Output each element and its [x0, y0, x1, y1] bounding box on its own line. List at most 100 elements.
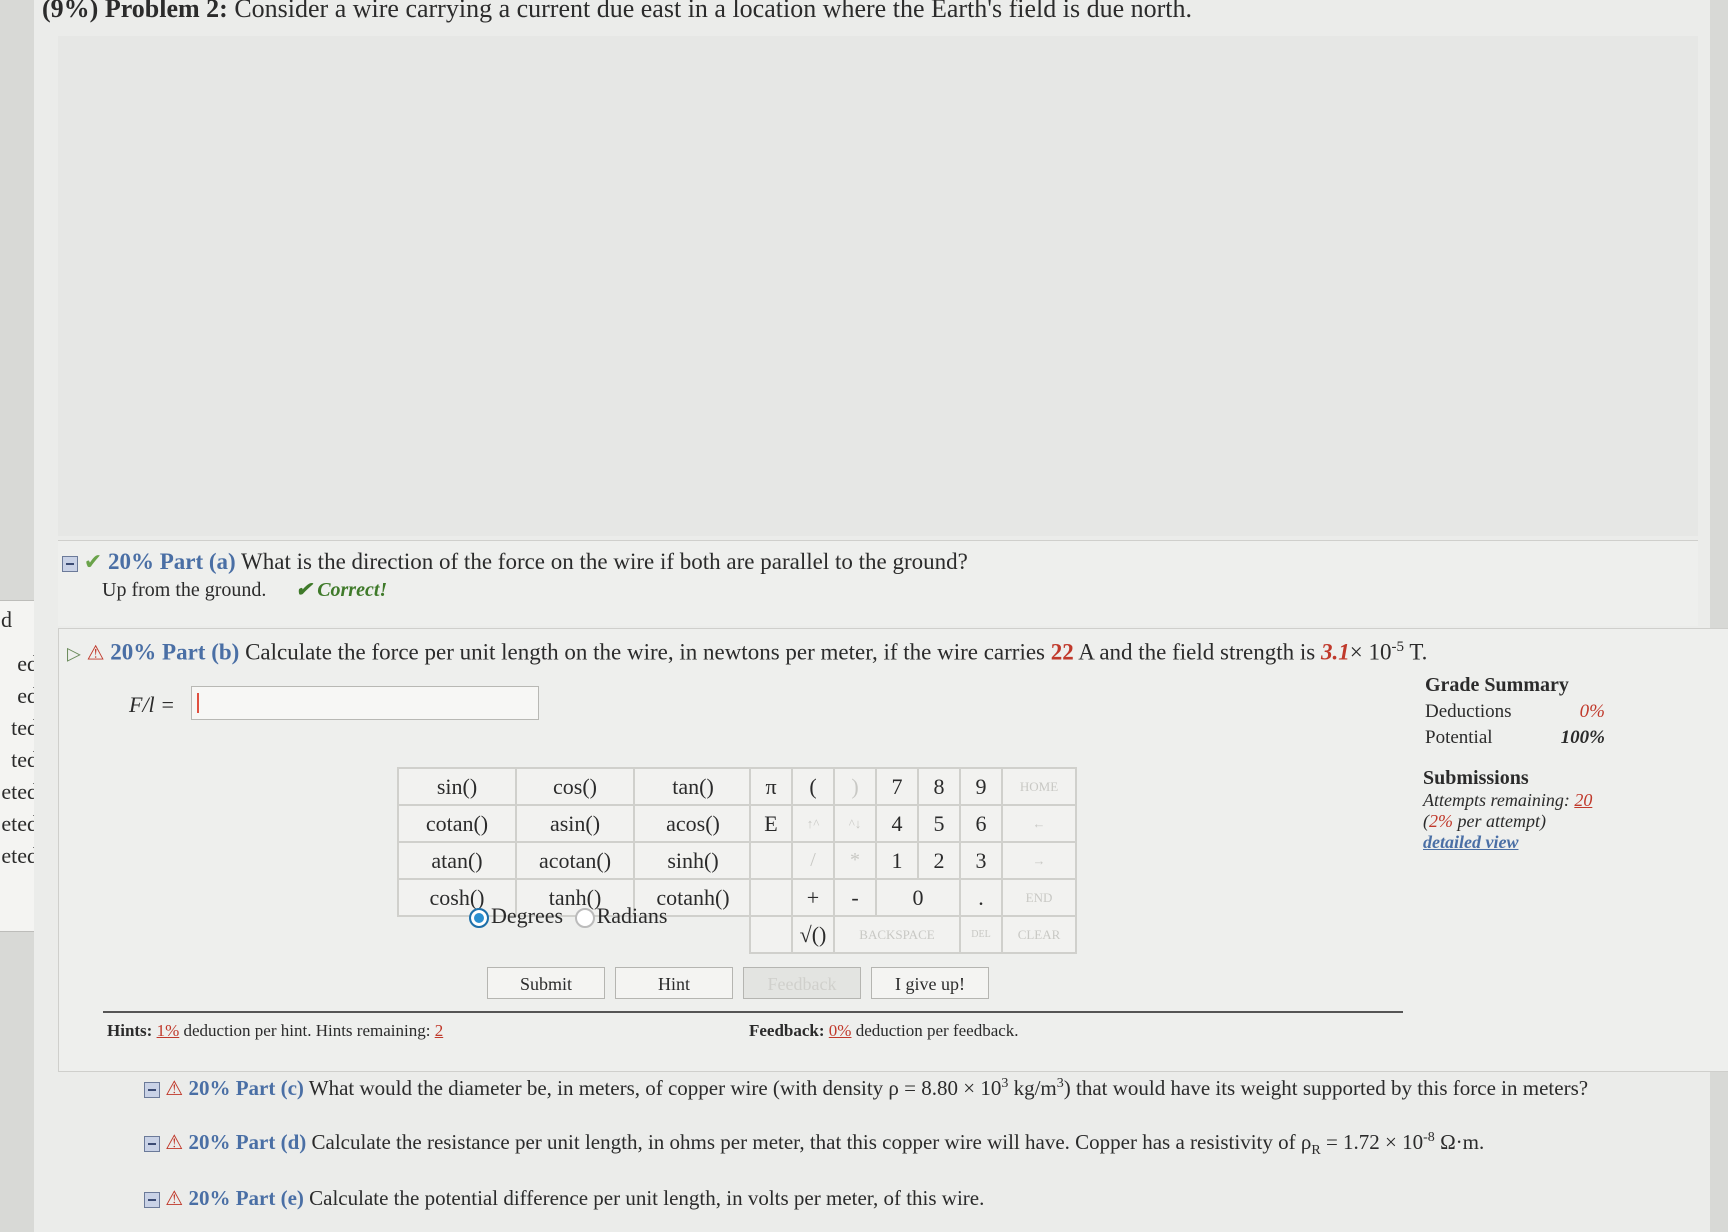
acotan-button[interactable]: acotan(): [515, 841, 635, 880]
open-paren-key[interactable]: (: [791, 767, 835, 806]
grade-summary-title: Grade Summary: [1425, 674, 1569, 696]
per-attempt-pct: 2%: [1429, 811, 1453, 831]
e-key[interactable]: E: [749, 804, 793, 843]
potential-label: Potential: [1425, 727, 1493, 748]
degrees-radio[interactable]: [469, 907, 489, 928]
attempts-label: Attempts remaining:: [1423, 790, 1570, 810]
hint-button[interactable]: Hint: [615, 967, 733, 999]
submit-button[interactable]: Submit: [487, 967, 605, 999]
feedback-deduction: 0%: [828, 1021, 852, 1040]
density-unit: kg/m: [1013, 1076, 1057, 1100]
feedback-info: Feedback: 0% deduction per feedback.: [749, 1021, 1019, 1041]
pi-key[interactable]: π: [749, 767, 793, 806]
sin-button[interactable]: sin(): [397, 767, 517, 806]
power-up-key[interactable]: ↑^: [791, 804, 835, 843]
warning-icon: ⚠: [165, 1078, 184, 1100]
radians-radio[interactable]: [574, 907, 595, 928]
home-key[interactable]: HOME: [1001, 767, 1077, 806]
correct-status: ✔ Correct!: [295, 579, 388, 601]
key-3[interactable]: 3: [959, 841, 1003, 880]
part-b: ▷ ⚠ 20% Part (b) Calculate the force per…: [58, 628, 1728, 1072]
feedback-button[interactable]: Feedback: [743, 967, 861, 999]
part-d-question: Calculate the resistance per unit length…: [311, 1130, 1312, 1154]
part-a-header: ✔ 20% Part (a) What is the direction of …: [62, 549, 968, 575]
key-4[interactable]: 4: [875, 804, 919, 843]
multiply-key[interactable]: *: [833, 841, 877, 880]
resistivity-exponent: -8: [1423, 1130, 1435, 1145]
decimal-key[interactable]: .: [959, 878, 1003, 917]
submissions: Submissions Attempts remaining: 20 (2% p…: [1423, 767, 1608, 853]
atan-button[interactable]: atan(): [397, 841, 517, 880]
expand-arrow-icon[interactable]: ▷: [67, 644, 81, 664]
key-7[interactable]: 7: [875, 767, 919, 806]
hints-label: Hints:: [107, 1021, 153, 1040]
function-keypad: sin() cos() tan() cotan() asin() acos() …: [397, 767, 753, 917]
part-d-percent: 20%: [188, 1130, 231, 1154]
acos-button[interactable]: acos(): [633, 804, 753, 843]
sidebar-fragment[interactable]: eted: [1, 779, 38, 805]
correct-status-text: Correct!: [317, 579, 388, 601]
power-down-key[interactable]: ^↓: [833, 804, 877, 843]
sinh-button[interactable]: sinh(): [633, 841, 753, 880]
clear-key[interactable]: CLEAR: [1001, 915, 1077, 954]
part-e-label: Part (e): [235, 1186, 304, 1210]
close-paren-key[interactable]: ): [833, 767, 877, 806]
answer-input[interactable]: [191, 686, 539, 720]
potential-value: 100%: [1560, 727, 1605, 748]
collapse-icon[interactable]: [144, 1192, 160, 1209]
part-a-question: What is the direction of the force on th…: [241, 549, 968, 574]
sidebar-fragment[interactable]: d: [1, 607, 12, 633]
part-a-answer: Up from the ground.: [102, 579, 267, 601]
part-b-question: Calculate the force per unit length on t…: [245, 639, 1045, 665]
give-up-button[interactable]: I give up!: [871, 967, 989, 999]
plus-key[interactable]: +: [791, 878, 835, 917]
key-0[interactable]: 0: [875, 878, 961, 917]
asin-button[interactable]: asin(): [515, 804, 635, 843]
collapse-icon[interactable]: [144, 1136, 160, 1153]
part-e-question: Calculate the potential difference per u…: [309, 1186, 985, 1210]
key-1[interactable]: 1: [875, 841, 919, 880]
detailed-view-link[interactable]: detailed view: [1423, 832, 1518, 852]
key-6[interactable]: 6: [959, 804, 1003, 843]
feedback-text: deduction per feedback.: [855, 1021, 1019, 1040]
left-arrow-key[interactable]: ←: [1001, 804, 1077, 843]
delete-key[interactable]: DEL: [959, 915, 1003, 954]
collapse-icon[interactable]: [62, 555, 78, 572]
end-key[interactable]: END: [1001, 878, 1077, 917]
part-a-answer-line: Up from the ground. ✔ Correct!: [102, 577, 387, 602]
blank-key: [749, 915, 793, 954]
cos-button[interactable]: cos(): [515, 767, 635, 806]
cotan-button[interactable]: cotan(): [397, 804, 517, 843]
tan-button[interactable]: tan(): [633, 767, 753, 806]
key-8[interactable]: 8: [917, 767, 961, 806]
part-c-question-end: ) that would have its weight supported b…: [1063, 1076, 1589, 1100]
part-e-percent: 20%: [188, 1186, 231, 1210]
field-multiplier: × 10: [1349, 639, 1392, 665]
sidebar-fragment[interactable]: eted: [1, 843, 38, 869]
density-exponent: 3: [1001, 1076, 1009, 1091]
problem-title: (9%) Problem 2: Consider a wire carrying…: [42, 0, 1192, 24]
degrees-label: Degrees: [491, 903, 564, 928]
deductions-value: 0%: [1579, 701, 1605, 722]
answer-label: F/l =: [129, 692, 176, 717]
problem-figure-area: [58, 36, 1698, 536]
key-2[interactable]: 2: [917, 841, 961, 880]
warning-icon: ⚠: [165, 1188, 184, 1210]
key-5[interactable]: 5: [917, 804, 961, 843]
attempts-value: 20: [1574, 790, 1593, 810]
warning-icon: ⚠: [165, 1132, 184, 1154]
minus-key[interactable]: -: [833, 878, 877, 917]
radians-label: Radians: [596, 903, 668, 928]
backspace-key[interactable]: BACKSPACE: [833, 915, 961, 954]
sqrt-key[interactable]: √(): [791, 915, 835, 954]
divide-key[interactable]: /: [791, 841, 835, 880]
resistivity-value: = 1.72 × 10: [1325, 1130, 1424, 1154]
collapse-icon[interactable]: [144, 1082, 160, 1099]
blank-key: [749, 878, 793, 917]
key-9[interactable]: 9: [959, 767, 1003, 806]
right-arrow-key[interactable]: →: [1001, 841, 1077, 880]
sidebar-fragment[interactable]: eted: [1, 811, 38, 837]
hints-text: deduction per hint. Hints remaining:: [183, 1021, 431, 1040]
part-d: ⚠ 20% Part (d) Calculate the resistance …: [144, 1130, 1624, 1159]
part-a-percent: 20%: [107, 549, 154, 574]
